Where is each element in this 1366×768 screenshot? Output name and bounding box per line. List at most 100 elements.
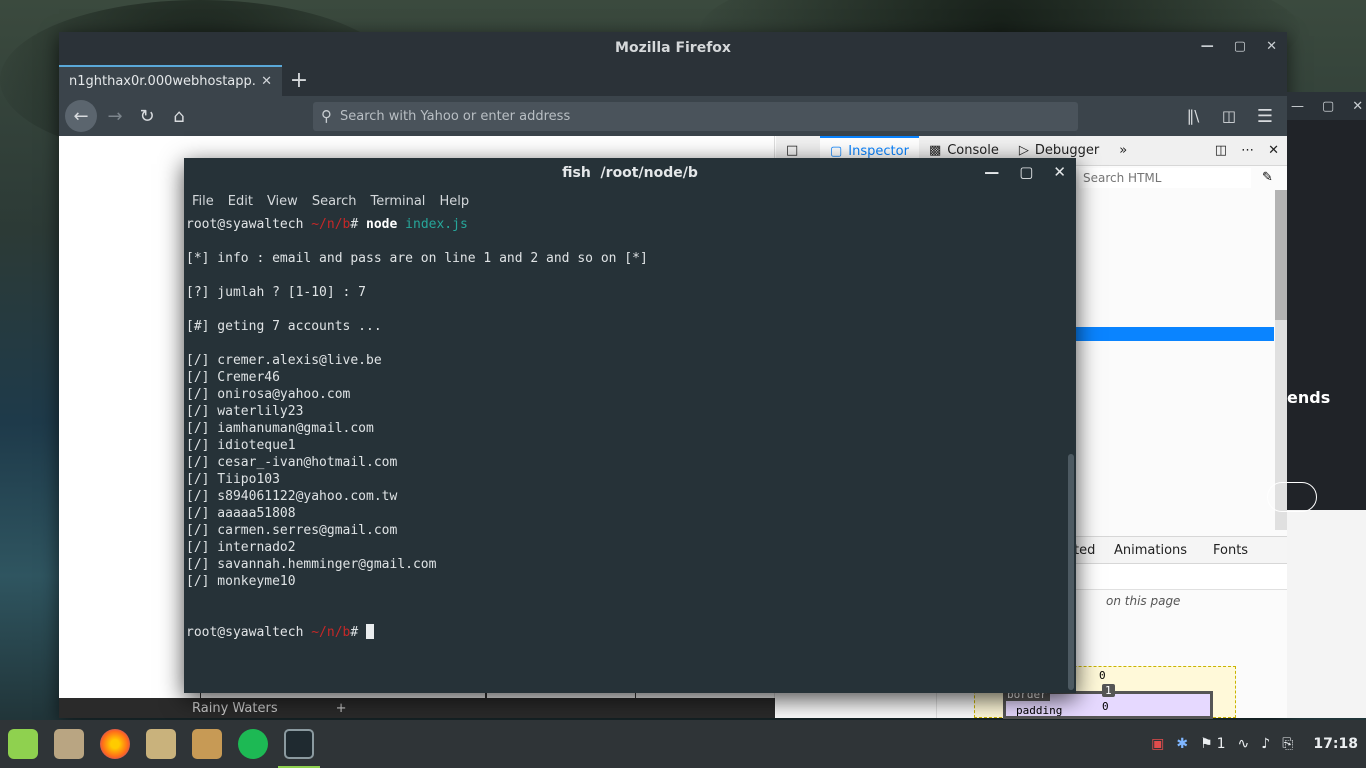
close-icon[interactable]: ✕ — [1053, 163, 1066, 181]
box-margin-top[interactable]: 0 — [1099, 669, 1106, 682]
terminal-scrollbar[interactable] — [1068, 454, 1074, 690]
library-icon[interactable]: ‖\ — [1177, 100, 1209, 132]
tab-animations[interactable]: Animations — [1114, 543, 1187, 558]
taskbar: ▣ ✱ ⚑ 1 ∿ ♪ ⎘ 17:18 — [0, 720, 1366, 768]
debugger-icon: ▷ — [1018, 143, 1029, 158]
tab-fonts[interactable]: Fonts — [1213, 543, 1248, 558]
terminal-line: [/] aaaaa51808 — [186, 506, 296, 521]
menu-icon[interactable]: ☰ — [1249, 100, 1281, 132]
menu-search[interactable]: Search — [312, 194, 357, 209]
firefox-tabstrip: n1ghthax0r.000webhostapp.com/ ✕ + — [59, 63, 1287, 96]
background-window-titlebar: — ▢ ✕ — [1287, 92, 1366, 120]
terminal-line: [/] waterlily23 — [186, 404, 304, 419]
terminal-line: [*] info : email and pass are on line 1 … — [186, 251, 648, 266]
options-icon[interactable]: ⋯ — [1241, 143, 1254, 158]
dock-icon[interactable]: ◫ — [1215, 143, 1227, 158]
notification-icon[interactable]: ⚑ 1 — [1200, 736, 1225, 752]
maximize-icon[interactable]: ▢ — [1322, 99, 1334, 114]
terminal-line: [/] internado2 — [186, 540, 296, 555]
eyedropper-icon[interactable]: ✎ — [1262, 170, 1273, 185]
close-tab-icon[interactable]: ✕ — [261, 74, 272, 89]
clock[interactable]: 17:18 — [1313, 736, 1358, 752]
box-padding-label: padding — [1016, 704, 1063, 717]
url-bar[interactable]: ⚲ — [313, 101, 1078, 131]
selected-node-row[interactable] — [1076, 327, 1274, 341]
minimize-icon[interactable]: — — [1201, 39, 1214, 54]
box-border: border 1 padding 0 — [1003, 684, 1213, 719]
more-tools-icon[interactable]: » — [1109, 136, 1137, 166]
menu-help[interactable]: Help — [439, 194, 469, 209]
firefox-titlebar: Mozilla Firefox — ▢ ✕ — [59, 32, 1287, 63]
menu-file[interactable]: File — [192, 194, 214, 209]
terminal-line: [/] Cremer46 — [186, 370, 280, 385]
terminal-line: [#] geting 7 accounts ... — [186, 319, 382, 334]
terminal-line: [/] s894061122@yahoo.com.tw — [186, 489, 398, 504]
terminal-line: [/] cesar_-ivan@hotmail.com — [186, 455, 398, 470]
terminal-title: fish /root/node/b — [562, 165, 698, 181]
prompt-symbol: # — [350, 625, 367, 640]
minimize-icon[interactable]: — — [984, 163, 999, 181]
archive-icon[interactable] — [184, 720, 230, 768]
page-player-title: Rainy Waters — [192, 700, 278, 716]
menu-terminal[interactable]: Terminal — [370, 194, 425, 209]
browser-tab[interactable]: n1ghthax0r.000webhostapp.com/ ✕ — [59, 65, 282, 96]
terminal-line: [/] Tiipo103 — [186, 472, 280, 487]
minimize-icon[interactable]: — — [1291, 99, 1304, 114]
page-player-strip: Rainy Waters + — [59, 698, 775, 718]
prompt-user: root@syawaltech — [186, 217, 312, 232]
background-window-content: ends — [1267, 120, 1366, 512]
close-icon[interactable]: ✕ — [1266, 39, 1277, 54]
notification-count: 1 — [1216, 736, 1226, 752]
console-icon: ▩ — [928, 143, 942, 158]
terminal-line: [/] monkeyme10 — [186, 574, 296, 589]
maximize-icon[interactable]: ▢ — [1019, 163, 1033, 181]
bluetooth-icon[interactable]: ✱ — [1176, 736, 1188, 752]
close-icon[interactable]: ✕ — [1352, 99, 1363, 114]
add-icon[interactable]: + — [336, 701, 347, 716]
folder-icon[interactable] — [138, 720, 184, 768]
prompt-symbol: # — [350, 217, 367, 232]
terminal-line: [/] idioteque1 — [186, 438, 296, 453]
terminal-line: [/] savannah.hemminger@gmail.com — [186, 557, 437, 572]
wifi-icon[interactable]: ∿ — [1238, 736, 1250, 752]
background-window: — ▢ ✕ ends — [1267, 92, 1366, 718]
terminal-icon[interactable] — [276, 720, 322, 768]
terminal-line: [?] jumlah ? [1-10] : 7 — [186, 285, 367, 300]
mint-menu-icon[interactable] — [0, 720, 46, 768]
firefox-icon[interactable] — [92, 720, 138, 768]
spotify-icon[interactable] — [230, 720, 276, 768]
terminal-line: [/] onirosa@yahoo.com — [186, 387, 351, 402]
reload-button[interactable]: ↻ — [131, 100, 163, 132]
menu-view[interactable]: View — [267, 194, 298, 209]
url-input[interactable] — [340, 108, 1040, 124]
terminal-cursor — [366, 624, 375, 639]
terminal-output[interactable]: root@syawaltech ~/n/b# node index.js [*]… — [186, 216, 1064, 641]
search-icon: ⚲ — [321, 107, 332, 125]
maximize-icon[interactable]: ▢ — [1234, 39, 1246, 54]
markup-scrollbar[interactable] — [1275, 190, 1287, 530]
back-button[interactable]: ← — [65, 100, 97, 132]
music-icon[interactable]: ♪ — [1261, 736, 1270, 752]
search-html-input[interactable] — [1079, 168, 1251, 188]
close-devtools-icon[interactable]: ✕ — [1268, 143, 1279, 158]
new-tab-button[interactable]: + — [282, 65, 316, 96]
clipboard-icon[interactable]: ⎘ — [1282, 736, 1293, 752]
inspector-icon: ▢ — [830, 144, 843, 159]
update-icon[interactable]: ▣ — [1151, 736, 1164, 752]
box-border-value[interactable]: 1 — [1102, 684, 1115, 697]
home-button[interactable]: ⌂ — [163, 100, 195, 132]
box-padding-value[interactable]: 0 — [1102, 700, 1109, 713]
files-icon[interactable] — [46, 720, 92, 768]
menu-edit[interactable]: Edit — [228, 194, 253, 209]
terminal-prompt-line: root@syawaltech ~/n/b# node index.js — [186, 216, 1064, 233]
background-window-button[interactable] — [1267, 482, 1317, 512]
tab-computed[interactable]: ted — [1074, 543, 1095, 558]
terminal-line: [/] cremer.alexis@live.be — [186, 353, 382, 368]
sidebar-icon[interactable]: ◫ — [1213, 100, 1245, 132]
terminal-prompt-line: root@syawaltech ~/n/b# — [186, 624, 1064, 641]
forward-button[interactable]: → — [99, 100, 131, 132]
